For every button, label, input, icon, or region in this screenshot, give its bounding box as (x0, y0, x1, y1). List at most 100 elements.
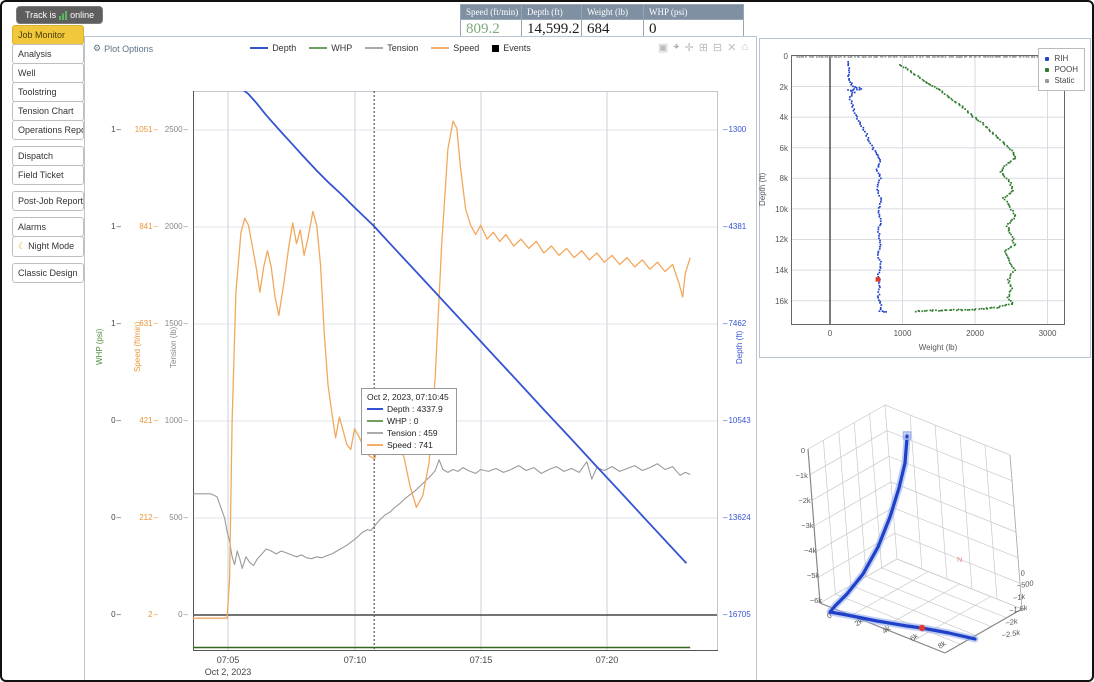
tooltip-text: Depth : 4337.9 (387, 404, 443, 414)
legend-label: POOH (1054, 65, 1078, 74)
scatter-x-tick: 1000 (886, 329, 920, 338)
chart-modebar: ▣ ⌖ ✛ ⊞ ⊟ ✕ ⌂ (658, 41, 748, 54)
sidebar-item-alarms[interactable]: Alarms (12, 217, 84, 237)
axis-tick: 0 (153, 611, 188, 619)
legend-line-swatch (250, 47, 268, 49)
sidebar-item-tension-chart[interactable]: Tension Chart (12, 101, 84, 121)
sidebar-item-analysis[interactable]: Analysis (12, 44, 84, 64)
legend-line-swatch (431, 47, 449, 49)
time-series-plot[interactable] (193, 91, 718, 651)
sidebar-item-label: Well (18, 68, 35, 78)
sidebar-item-post-job-report[interactable]: Post-Job Report (12, 191, 84, 211)
autoscale-icon[interactable]: ✕ (727, 41, 736, 54)
tooltip-title: Oct 2, 2023, 07:10:45 (367, 392, 449, 402)
sidebar-item-label: Analysis (18, 49, 52, 59)
sidebar-group: Classic Design (12, 263, 84, 283)
sidebar-item-field-ticket[interactable]: Field Ticket (12, 165, 84, 185)
tooltip-swatch (367, 420, 383, 422)
scatter-x-tick: 2000 (958, 329, 992, 338)
axis-tick: 1300 (723, 126, 763, 134)
axis-tick: 500 (153, 514, 188, 522)
svg-text:0: 0 (801, 446, 805, 455)
svg-text:N: N (957, 555, 962, 564)
axis-tick: 0 (103, 514, 121, 522)
moon-icon: ☾ (18, 241, 26, 251)
tension-axis-title: Tension (lb) (169, 277, 178, 417)
legend-label: RIH (1054, 54, 1068, 63)
camera-icon[interactable]: ▣ (658, 41, 668, 54)
weight-depth-panel: Depth (ft) 02k4k6k8k10k12k14k16k01000200… (759, 38, 1091, 358)
tooltip-text: Speed : 741 (387, 440, 433, 450)
scatter-legend-item-static[interactable]: Static (1045, 76, 1078, 85)
scatter-y-tick: 16k (764, 297, 788, 306)
legend-item-depth[interactable]: Depth (250, 43, 296, 53)
x-axis-tick: 07:15 (451, 655, 511, 665)
scatter-y-tick: 8k (764, 174, 788, 183)
tooltip-text: Tension : 459 (387, 428, 438, 438)
speed-axis-title: Speed (ft/min) (133, 277, 142, 417)
zoom-icon[interactable]: ⌖ (673, 41, 679, 54)
sidebar-item-night-mode[interactable]: ☾Night Mode (12, 236, 84, 257)
svg-text:−6k: −6k (810, 596, 823, 605)
scatter-y-tick: 2k (764, 83, 788, 92)
scatter-y-tick: 4k (764, 113, 788, 122)
svg-text:−2k: −2k (798, 496, 811, 505)
sidebar-item-operations-report[interactable]: Operations Report (12, 120, 84, 140)
svg-text:−4k: −4k (804, 546, 817, 555)
legend-label: Events (503, 43, 531, 53)
tooltip-text: WHP : 0 (387, 416, 419, 426)
legend-item-events[interactable]: Events (492, 43, 531, 53)
legend-item-whp[interactable]: WHP (309, 43, 352, 53)
legend-label: Static (1054, 76, 1074, 85)
legend-label: Speed (453, 43, 479, 53)
sidebar-item-classic-design[interactable]: Classic Design (12, 263, 84, 283)
sidebar-group: Alarms ☾Night Mode (12, 217, 84, 257)
scatter-legend-item-pooh[interactable]: POOH (1045, 65, 1078, 74)
axis-tick: 10543 (723, 417, 763, 425)
sidebar-item-well[interactable]: Well (12, 63, 84, 83)
legend-label: Tension (387, 43, 418, 53)
tooltip-swatch (367, 432, 383, 434)
tooltip-row: Depth : 4337.9 (367, 404, 449, 414)
legend-item-tension[interactable]: Tension (365, 43, 418, 53)
stat-header: WHP (psi) (644, 5, 743, 20)
track-status-label: online (70, 10, 94, 20)
sidebar-item-dispatch[interactable]: Dispatch (12, 146, 84, 166)
scatter-x-tick: 3000 (1031, 329, 1065, 338)
sidebar-group: Job Monitor Analysis Well Toolstring Tension… (12, 25, 84, 140)
sidebar-item-job-monitor[interactable]: Job Monitor (12, 25, 84, 45)
axis-tick: 16705 (723, 611, 763, 619)
legend-square-swatch (492, 45, 499, 52)
sidebar-item-label: Tension Chart (18, 106, 74, 116)
zoom-out-icon[interactable]: ⊟ (713, 41, 722, 54)
sidebar-item-label: Alarms (18, 222, 46, 232)
well-path-3d-plot[interactable]: N0−1k−2k−3k−4k−5k−6k02k4k6k8k0−500−1k−1.… (759, 360, 1091, 682)
scatter-y-tick: 14k (764, 266, 788, 275)
reset-axes-icon[interactable]: ⌂ (741, 41, 748, 54)
legend-line-swatch (309, 47, 327, 49)
pan-icon[interactable]: ✛ (684, 41, 693, 54)
sidebar-item-toolstring[interactable]: Toolstring (12, 82, 84, 102)
axis-tick: 2000 (153, 223, 188, 231)
tooltip-swatch (367, 444, 383, 446)
zoom-in-icon[interactable]: ⊞ (699, 41, 708, 54)
sidebar-item-label: Job Monitor (18, 30, 65, 40)
svg-text:−1k: −1k (1012, 592, 1027, 603)
weight-depth-plot[interactable] (791, 55, 1065, 325)
scatter-xlabel: Weight (lb) (898, 343, 978, 352)
sidebar-item-label: Classic Design (18, 268, 78, 278)
stat-header: Weight (lb) (582, 5, 643, 20)
axis-tick: 4381 (723, 223, 763, 231)
legend-line-swatch (365, 47, 383, 49)
legend-item-speed[interactable]: Speed (431, 43, 479, 53)
sidebar-item-label: Toolstring (18, 87, 57, 97)
svg-text:−5k: −5k (807, 571, 820, 580)
sidebar-group: Post-Job Report (12, 191, 84, 211)
scatter-x-tick: 0 (813, 329, 847, 338)
svg-text:−2k: −2k (1005, 616, 1020, 627)
scatter-legend-item-rih[interactable]: RIH (1045, 54, 1078, 63)
svg-text:8k: 8k (936, 639, 948, 651)
signal-icon (59, 11, 67, 20)
svg-text:−3k: −3k (801, 521, 814, 530)
track-status-button[interactable]: Track is online (16, 6, 103, 24)
